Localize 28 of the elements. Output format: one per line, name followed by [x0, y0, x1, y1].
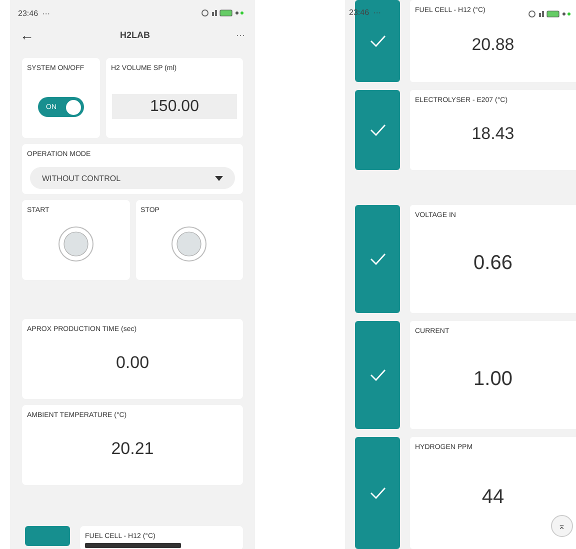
status-time: 23:46	[18, 8, 38, 18]
status-checkbox[interactable]	[355, 205, 400, 313]
push-button[interactable]	[58, 226, 94, 262]
card-value: 44	[482, 486, 504, 508]
check-icon	[370, 487, 386, 499]
check-icon	[370, 35, 386, 47]
card-value: 20.21	[111, 439, 154, 459]
check-icon	[370, 253, 386, 265]
status-checkbox[interactable]	[25, 526, 70, 546]
mode-dropdown[interactable]: WITHOUT CONTROL	[30, 167, 235, 189]
status-more: ···	[373, 8, 382, 16]
card-value: 0.66	[474, 252, 512, 274]
back-button[interactable]: ←	[20, 27, 34, 43]
status-more: ···	[42, 8, 50, 18]
status-checkbox[interactable]	[355, 90, 400, 170]
volume-field[interactable]: 150.00	[112, 94, 237, 119]
card-value: 20.88	[472, 35, 514, 55]
status-checkbox[interactable]	[355, 437, 400, 549]
caret-icon	[215, 176, 223, 180]
check-icon	[370, 124, 386, 136]
push-button[interactable]	[171, 226, 208, 262]
app-title: H2LAB	[118, 30, 151, 40]
card-value: 18.43	[472, 124, 514, 144]
card-value: 0.00	[116, 353, 150, 373]
menu-button[interactable]: ···	[236, 30, 245, 40]
status-checkbox[interactable]	[355, 321, 400, 429]
check-icon	[370, 369, 386, 381]
card-value: 1.00	[474, 368, 512, 390]
